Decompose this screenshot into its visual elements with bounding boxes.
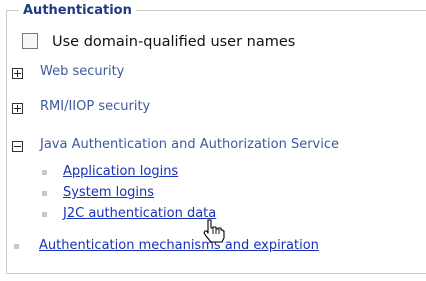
system-logins-link[interactable]: System logins	[63, 185, 154, 200]
application-logins-bullet-icon	[42, 170, 47, 175]
jaas-label[interactable]: Java Authentication and Authorization Se…	[40, 137, 339, 152]
authentication-legend: Authentication	[19, 3, 136, 18]
mechanisms-bullet-icon	[14, 244, 19, 249]
domain-qualified-checkbox[interactable]	[22, 33, 38, 49]
rmi-iiop-security-label[interactable]: RMI/IIOP security	[40, 99, 150, 114]
j2c-auth-data-link[interactable]: J2C authentication data	[63, 206, 216, 221]
application-logins-link[interactable]: Application logins	[63, 164, 178, 179]
web-security-expand-icon[interactable]	[12, 68, 23, 79]
web-security-label[interactable]: Web security	[40, 64, 124, 79]
rmi-iiop-security-expand-icon[interactable]	[12, 103, 23, 114]
hand-pointer-icon	[203, 219, 225, 243]
domain-qualified-label[interactable]: Use domain-qualified user names	[52, 34, 295, 50]
system-logins-bullet-icon	[42, 191, 47, 196]
jaas-collapse-icon[interactable]	[12, 141, 23, 152]
j2c-auth-data-bullet-icon	[42, 212, 47, 217]
authentication-mechanisms-link[interactable]: Authentication mechanisms and expiration	[39, 238, 319, 253]
